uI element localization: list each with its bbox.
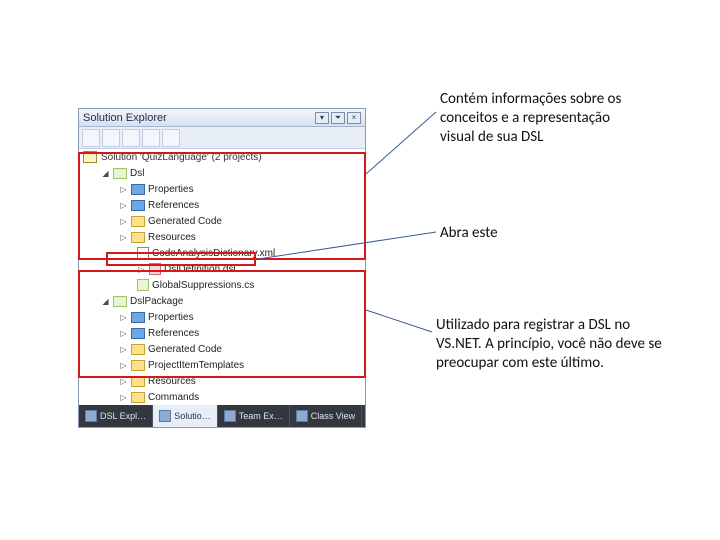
tree-item[interactable]: ▷ Generated Code: [79, 341, 365, 357]
panel-titlebar: Solution Explorer ▾ ⏷ ×: [79, 109, 365, 127]
tab-solution-explorer[interactable]: Solutio…: [153, 405, 218, 427]
tree: ◢ Dsl ▷ Properties ▷ References ▷ Generated …: [79, 165, 365, 405]
item-label: ProjectItemTemplates: [148, 360, 244, 371]
project-label: DslPackage: [130, 296, 183, 307]
tab-icon: [85, 410, 97, 422]
project-label: Dsl: [130, 168, 144, 179]
folder-icon: [131, 200, 145, 211]
project-icon: [113, 168, 127, 179]
expand-icon[interactable]: ▷: [119, 345, 128, 354]
cs-file-icon: [137, 279, 149, 291]
tab-label: Class View: [311, 411, 355, 421]
toolbar-button[interactable]: [122, 129, 140, 147]
folder-icon: [131, 184, 145, 195]
expand-icon[interactable]: ▷: [119, 233, 128, 242]
expand-icon[interactable]: ▷: [119, 377, 128, 386]
toolbar-button[interactable]: [82, 129, 100, 147]
tree-item[interactable]: ▷ References: [79, 197, 365, 213]
tree-item[interactable]: ▷ Generated Code: [79, 213, 365, 229]
tab-team-explorer[interactable]: Team Ex…: [218, 405, 290, 427]
tree-item[interactable]: CodeAnalysisDictionary.xml: [79, 245, 365, 261]
tree-item-dsldef[interactable]: ▷ DslDefinition.dsl: [79, 261, 365, 277]
tab-label: Team Ex…: [239, 411, 283, 421]
tab-icon: [159, 410, 171, 422]
toolbar-button[interactable]: [162, 129, 180, 147]
item-label: GlobalSuppressions.cs: [152, 280, 254, 291]
folder-icon: [131, 376, 145, 387]
folder-icon: [131, 344, 145, 355]
dsl-file-icon: [149, 263, 161, 275]
toolbar-button[interactable]: [142, 129, 160, 147]
tree-item[interactable]: ▷ References: [79, 325, 365, 341]
item-label: Generated Code: [148, 216, 222, 227]
solution-icon: [83, 151, 97, 163]
expand-icon[interactable]: ▷: [119, 393, 128, 402]
tree-item[interactable]: ▷ Properties: [79, 309, 365, 325]
tab-class-view[interactable]: Class View: [290, 405, 362, 427]
callout-open: Abra este: [440, 224, 640, 243]
project-icon: [113, 296, 127, 307]
item-label: DslDefinition.dsl: [164, 264, 236, 275]
expand-icon[interactable]: ▷: [119, 361, 128, 370]
toolbar-button[interactable]: [102, 129, 120, 147]
project-node-dsl[interactable]: ◢ Dsl: [79, 165, 365, 181]
item-label: Properties: [148, 184, 194, 195]
tree-item[interactable]: ▷ ProjectItemTemplates: [79, 357, 365, 373]
expand-icon[interactable]: ▷: [119, 329, 128, 338]
tab-label: Solutio…: [174, 411, 211, 421]
panel-title-text: Solution Explorer: [83, 112, 167, 124]
solution-explorer-panel: Solution Explorer ▾ ⏷ × Solution 'QuizLa…: [78, 108, 366, 428]
tree-item[interactable]: ▷ Commands: [79, 389, 365, 405]
tree-item[interactable]: ▷ Resources: [79, 229, 365, 245]
solution-root[interactable]: Solution 'QuizLanguage' (2 projects): [79, 149, 365, 165]
close-icon[interactable]: ×: [347, 112, 361, 124]
solution-label: Solution 'QuizLanguage' (2 projects): [101, 152, 262, 163]
expand-icon[interactable]: ▷: [119, 185, 128, 194]
item-label: Generated Code: [148, 344, 222, 355]
callout-info: Contém informações sobre os conceitos e …: [440, 90, 640, 146]
bottom-tabbar: DSL Expl… Solutio… Team Ex… Class View: [79, 405, 365, 427]
panel-toolbar: [79, 127, 365, 149]
tab-dsl-explorer[interactable]: DSL Expl…: [79, 405, 153, 427]
tab-icon: [296, 410, 308, 422]
panel-title-buttons: ▾ ⏷ ×: [315, 112, 361, 124]
item-label: Resources: [148, 376, 196, 387]
expand-icon[interactable]: ▷: [119, 313, 128, 322]
collapse-icon[interactable]: ◢: [101, 297, 110, 306]
folder-icon: [131, 392, 145, 403]
expand-icon[interactable]: ▷: [137, 265, 146, 274]
tree-item[interactable]: ▷ Properties: [79, 181, 365, 197]
item-label: CodeAnalysisDictionary.xml: [152, 248, 275, 259]
item-label: References: [148, 328, 199, 339]
expand-icon[interactable]: ▷: [119, 217, 128, 226]
tree-item[interactable]: ▷ Resources: [79, 373, 365, 389]
folder-icon: [131, 312, 145, 323]
item-label: Commands: [148, 392, 199, 403]
dropdown-icon[interactable]: ▾: [315, 112, 329, 124]
tab-label: DSL Expl…: [100, 411, 146, 421]
item-label: Resources: [148, 232, 196, 243]
pin-icon[interactable]: ⏷: [331, 112, 345, 124]
callout-register: Utilizado para registrar a DSL no VS.NET…: [436, 316, 668, 372]
item-label: Properties: [148, 312, 194, 323]
item-label: References: [148, 200, 199, 211]
file-icon: [137, 247, 149, 259]
project-node-dslpackage[interactable]: ◢ DslPackage: [79, 293, 365, 309]
tree-item[interactable]: GlobalSuppressions.cs: [79, 277, 365, 293]
tab-icon: [224, 410, 236, 422]
folder-icon: [131, 216, 145, 227]
collapse-icon[interactable]: ◢: [101, 169, 110, 178]
folder-icon: [131, 232, 145, 243]
folder-icon: [131, 328, 145, 339]
folder-icon: [131, 360, 145, 371]
expand-icon[interactable]: ▷: [119, 201, 128, 210]
